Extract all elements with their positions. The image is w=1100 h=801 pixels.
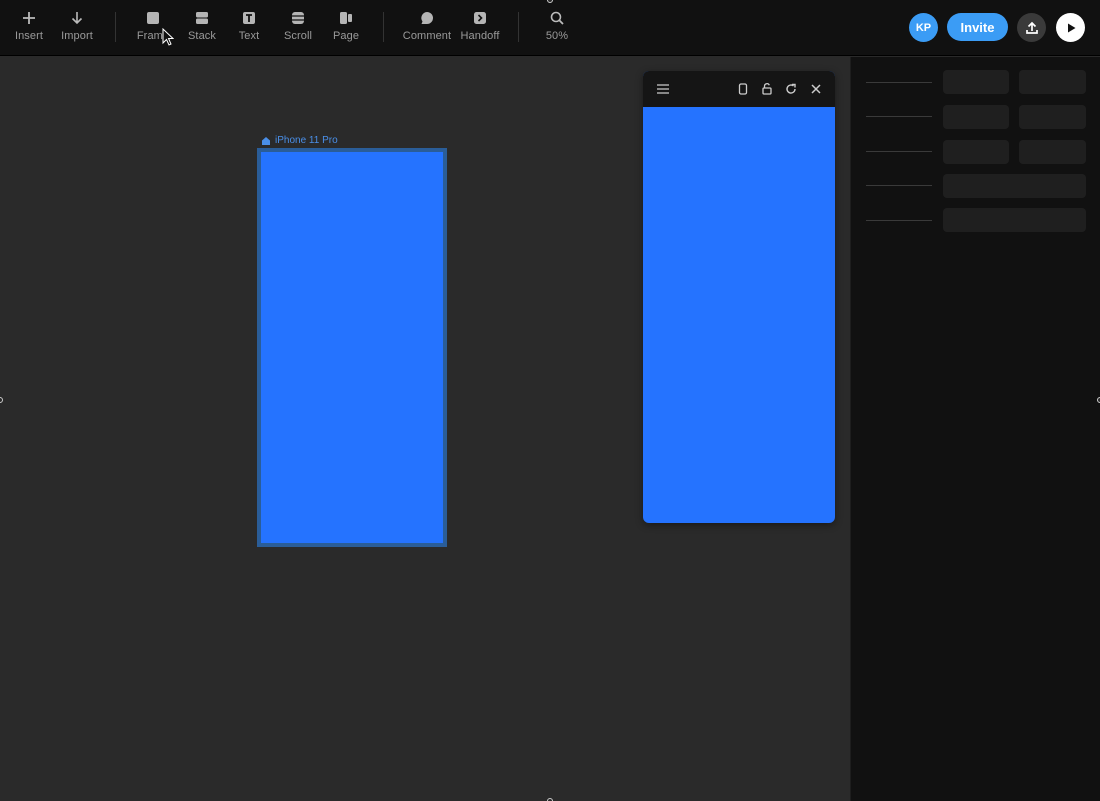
property-field[interactable] [1019, 140, 1086, 164]
page-tool[interactable]: Page [328, 0, 364, 56]
comment-icon [419, 10, 435, 26]
property-field[interactable] [943, 140, 1009, 164]
device-icon[interactable] [736, 82, 750, 96]
avatar[interactable]: KP [909, 13, 938, 42]
invite-button[interactable]: Invite [947, 13, 1008, 41]
page-label: Page [332, 30, 360, 42]
property-label-placeholder [866, 220, 932, 221]
close-icon[interactable] [809, 82, 823, 96]
import-label: Import [61, 30, 93, 42]
property-field[interactable] [943, 70, 1009, 94]
iphone-frame[interactable] [257, 148, 447, 547]
insert-tool[interactable]: Insert [12, 0, 46, 56]
refresh-icon[interactable] [784, 82, 798, 96]
search-icon [549, 10, 565, 26]
text-icon [241, 10, 257, 26]
plus-icon [21, 10, 37, 26]
stack-icon [194, 10, 210, 26]
menu-icon[interactable] [656, 82, 670, 96]
text-tool[interactable]: Text [232, 0, 266, 56]
property-label-placeholder [866, 185, 932, 186]
comment-tool[interactable]: Comment [400, 0, 454, 56]
publish-button[interactable] [1017, 13, 1046, 42]
property-field[interactable] [943, 208, 1086, 232]
app-window: Insert Import Frame Stack Text Scroll Pa… [0, 0, 1100, 801]
toolbar-divider [518, 12, 519, 42]
toolbar-divider [383, 12, 384, 42]
property-field[interactable] [1019, 70, 1086, 94]
play-icon [1067, 23, 1075, 32]
cursor-icon [162, 28, 174, 46]
page-icon [338, 10, 354, 26]
upload-icon [1025, 21, 1038, 34]
preview-toolbar [643, 71, 835, 107]
arrow-down-icon [69, 10, 85, 26]
handoff-icon [472, 10, 488, 26]
property-field[interactable] [943, 174, 1086, 198]
frame-icon [145, 10, 161, 26]
property-label-placeholder [866, 116, 932, 117]
zoom-level: 50% [545, 30, 569, 42]
preview-play-button[interactable] [1056, 13, 1085, 42]
toolbar-divider [115, 12, 116, 42]
insert-label: Insert [14, 30, 44, 42]
scroll-tool[interactable]: Scroll [279, 0, 317, 56]
zoom-tool[interactable]: 50% [540, 0, 574, 56]
scroll-label: Scroll [283, 30, 313, 42]
preview-window[interactable] [643, 71, 835, 523]
stack-tool[interactable]: Stack [183, 0, 221, 56]
properties-panel [850, 57, 1100, 801]
toolbar: Insert Import Frame Stack Text Scroll Pa… [0, 0, 1100, 56]
import-tool[interactable]: Import [58, 0, 96, 56]
home-icon [262, 136, 270, 145]
frame-title[interactable]: iPhone 11 Pro [262, 135, 338, 146]
unlock-icon[interactable] [760, 82, 774, 96]
property-label-placeholder [866, 82, 932, 83]
comment-label: Comment [402, 30, 452, 42]
text-label: Text [238, 30, 260, 42]
property-label-placeholder [866, 151, 932, 152]
handoff-tool[interactable]: Handoff [457, 0, 503, 56]
frame-title-text: iPhone 11 Pro [275, 135, 338, 146]
scroll-icon [290, 10, 306, 26]
property-field[interactable] [943, 105, 1009, 129]
property-field[interactable] [1019, 105, 1086, 129]
handoff-label: Handoff [460, 30, 500, 42]
stack-label: Stack [187, 30, 216, 42]
